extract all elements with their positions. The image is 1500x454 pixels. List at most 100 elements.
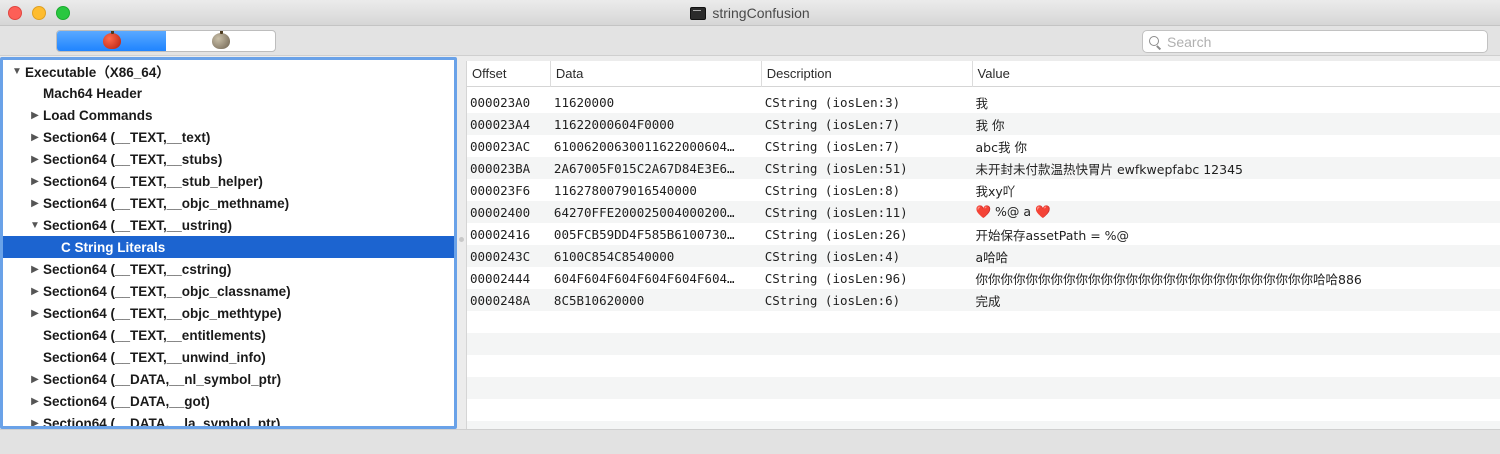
table-row[interactable] bbox=[467, 311, 1500, 333]
view-segmented-control bbox=[56, 30, 276, 52]
segment-gray-apple[interactable] bbox=[166, 31, 275, 51]
disclosure-collapsed-icon[interactable]: ▶ bbox=[29, 176, 41, 187]
tree-item-label: Mach64 Header bbox=[43, 85, 143, 101]
cell-description: CString (iosLen:4) bbox=[764, 248, 901, 264]
divider-handle[interactable] bbox=[459, 237, 464, 242]
table-row[interactable]: 000023AC 61006200630011622000604… CString … bbox=[467, 135, 1500, 157]
table-body: 000023A0 11620000 CString (iosLen:3) 我 00002… bbox=[467, 87, 1500, 429]
table-row[interactable]: 000023A0 11620000 CString (iosLen:3) 我 bbox=[467, 91, 1500, 113]
title-bar: stringConfusion bbox=[0, 0, 1500, 26]
cell-offset: 00002416 bbox=[470, 226, 531, 242]
cell-value: 我 你 bbox=[975, 117, 1005, 133]
toolbar bbox=[0, 26, 1500, 56]
table-row[interactable]: 000023F6 1162780079016540000 CString (iosL… bbox=[467, 179, 1500, 201]
cell-description: CString (iosLen:11) bbox=[764, 204, 908, 220]
tree-item[interactable]: ▼ Executable（X86_64） bbox=[3, 60, 454, 82]
red-apple-icon bbox=[102, 31, 121, 49]
disclosure-collapsed-icon[interactable]: ▶ bbox=[29, 198, 41, 209]
tree-item[interactable]: Section64 (__TEXT,__unwind_info) bbox=[3, 346, 454, 368]
tree-item-label: C String Literals bbox=[61, 239, 166, 255]
split-view-divider[interactable] bbox=[457, 57, 466, 429]
tree-item[interactable]: ▶ Section64 (__TEXT,__objc_methtype) bbox=[3, 302, 454, 324]
cell-data: 11620000 bbox=[553, 94, 615, 110]
window-title-group: stringConfusion bbox=[0, 0, 1500, 26]
tree-item[interactable]: ▶ Section64 (__DATA,__nl_symbol_ptr) bbox=[3, 368, 454, 390]
column-header[interactable]: Value bbox=[973, 61, 1500, 87]
cell-value: 开始保存assetPath = %@ bbox=[975, 227, 1130, 243]
tree-item[interactable]: ▶ Section64 (__TEXT,__stub_helper) bbox=[3, 170, 454, 192]
tree-item[interactable]: C String Literals bbox=[3, 236, 454, 258]
tree-item-label: Section64 (__TEXT,__cstring) bbox=[43, 261, 232, 277]
tree-item[interactable]: ▶ Section64 (__TEXT,__stubs) bbox=[3, 148, 454, 170]
cell-value: 我 bbox=[975, 95, 989, 111]
search-icon bbox=[1149, 35, 1161, 48]
tree-item[interactable]: ▼ Section64 (__TEXT,__ustring) bbox=[3, 214, 454, 236]
disclosure-collapsed-icon[interactable]: ▶ bbox=[29, 154, 41, 165]
column-header[interactable]: Offset bbox=[467, 61, 551, 87]
tree-item-label: Section64 (__TEXT,__text) bbox=[43, 129, 211, 145]
table-row[interactable]: 0000248A 8C5B10620000 CString (iosLen:6) 完成 bbox=[467, 289, 1500, 311]
tree-item[interactable]: ▶ Section64 (__TEXT,__cstring) bbox=[3, 258, 454, 280]
cell-description: CString (iosLen:6) bbox=[764, 292, 901, 308]
cell-value: 你你你你你你你你你你你你你你你你你你你你你你你你你你你哈哈886 bbox=[975, 271, 1362, 287]
table-row[interactable]: 00002416 005FCB59DD4F585B6100730… CString … bbox=[467, 223, 1500, 245]
disclosure-collapsed-icon[interactable]: ▶ bbox=[29, 396, 41, 407]
tree-item-label: Section64 (__TEXT,__ustring) bbox=[43, 217, 233, 233]
tree-item-label: Section64 (__TEXT,__objc_methname) bbox=[43, 195, 290, 211]
tree-item[interactable]: ▶ Section64 (__DATA,__got) bbox=[3, 390, 454, 412]
strings-table: Offset Data Description Value 000023A0 11620… bbox=[466, 61, 1500, 429]
tree-item[interactable]: Section64 (__TEXT,__entitlements) bbox=[3, 324, 454, 346]
window-title: stringConfusion bbox=[712, 5, 810, 21]
cell-value: abc我 你 bbox=[975, 139, 1027, 155]
tree-item[interactable]: ▶ Section64 (__TEXT,__objc_classname) bbox=[3, 280, 454, 302]
segment-red-apple[interactable] bbox=[57, 31, 166, 51]
table-row[interactable] bbox=[467, 399, 1500, 421]
cell-data: 6100C854C8540000 bbox=[553, 248, 675, 264]
cell-description: CString (iosLen:51) bbox=[764, 160, 908, 176]
tree-item-label: Section64 (__TEXT,__unwind_info) bbox=[43, 349, 266, 365]
tree-item-label: Section64 (__DATA,__got) bbox=[43, 393, 210, 409]
table-row[interactable] bbox=[467, 333, 1500, 355]
table-row[interactable]: 000023BA 2A67005F015C2A67D84E3E6… CString … bbox=[467, 157, 1500, 179]
disclosure-expanded-icon[interactable]: ▼ bbox=[29, 220, 41, 231]
disclosure-collapsed-icon[interactable]: ▶ bbox=[29, 286, 41, 297]
tree-item-label: Section64 (__DATA,__nl_symbol_ptr) bbox=[43, 371, 282, 387]
table-row[interactable] bbox=[467, 421, 1500, 429]
disclosure-collapsed-icon[interactable]: ▶ bbox=[29, 374, 41, 385]
cell-data: 2A67005F015C2A67D84E3E6… bbox=[553, 160, 735, 176]
search-field[interactable] bbox=[1142, 30, 1488, 53]
tree-item[interactable]: ▶ Section64 (__DATA,__la_symbol_ptr) bbox=[3, 412, 454, 429]
table-row[interactable]: 0000243C 6100C854C8540000 CString (iosLen:… bbox=[467, 245, 1500, 267]
tree-item-label: Load Commands bbox=[43, 107, 153, 123]
disclosure-collapsed-icon[interactable]: ▶ bbox=[29, 308, 41, 319]
cell-offset: 0000248A bbox=[470, 292, 531, 308]
table-row[interactable]: 000023A4 11622000604F0000 CString (iosLen:… bbox=[467, 113, 1500, 135]
cell-offset: 000023A4 bbox=[470, 116, 531, 132]
disclosure-collapsed-icon[interactable]: ▶ bbox=[29, 110, 41, 121]
cell-value: a哈哈 bbox=[975, 249, 1009, 265]
section-tree[interactable]: ▼ Executable（X86_64） Mach64 Header ▶ Load Co… bbox=[0, 57, 457, 429]
gray-apple-icon bbox=[211, 31, 230, 49]
search-input[interactable] bbox=[1167, 33, 1467, 50]
cell-offset: 00002400 bbox=[470, 204, 531, 220]
disclosure-collapsed-icon[interactable]: ▶ bbox=[29, 132, 41, 143]
column-header[interactable]: Description bbox=[762, 61, 973, 87]
disclosure-expanded-icon[interactable]: ▼ bbox=[11, 66, 23, 77]
cell-value: 我xy吖 bbox=[975, 183, 1016, 199]
disclosure-collapsed-icon[interactable]: ▶ bbox=[29, 264, 41, 275]
cell-offset: 000023F6 bbox=[470, 182, 531, 198]
tree-item[interactable]: ▶ Section64 (__TEXT,__text) bbox=[3, 126, 454, 148]
tree-item[interactable]: ▶ Section64 (__TEXT,__objc_methname) bbox=[3, 192, 454, 214]
tree-item[interactable]: ▶ Load Commands bbox=[3, 104, 454, 126]
tree-item-label: Section64 (__DATA,__la_symbol_ptr) bbox=[43, 415, 281, 429]
table-row[interactable] bbox=[467, 355, 1500, 377]
cell-data: 005FCB59DD4F585B6100730… bbox=[553, 226, 735, 242]
column-header[interactable]: Data bbox=[551, 61, 762, 87]
cell-offset: 0000243C bbox=[470, 248, 531, 264]
tree-item[interactable]: Mach64 Header bbox=[3, 82, 454, 104]
table-row[interactable]: 00002400 64270FFE200025004000200… CString … bbox=[467, 201, 1500, 223]
table-row[interactable] bbox=[467, 377, 1500, 399]
table-row[interactable]: 00002444 604F604F604F604F604F604… CString … bbox=[467, 267, 1500, 289]
disclosure-collapsed-icon[interactable]: ▶ bbox=[29, 418, 41, 427]
cell-description: CString (iosLen:8) bbox=[764, 182, 901, 198]
